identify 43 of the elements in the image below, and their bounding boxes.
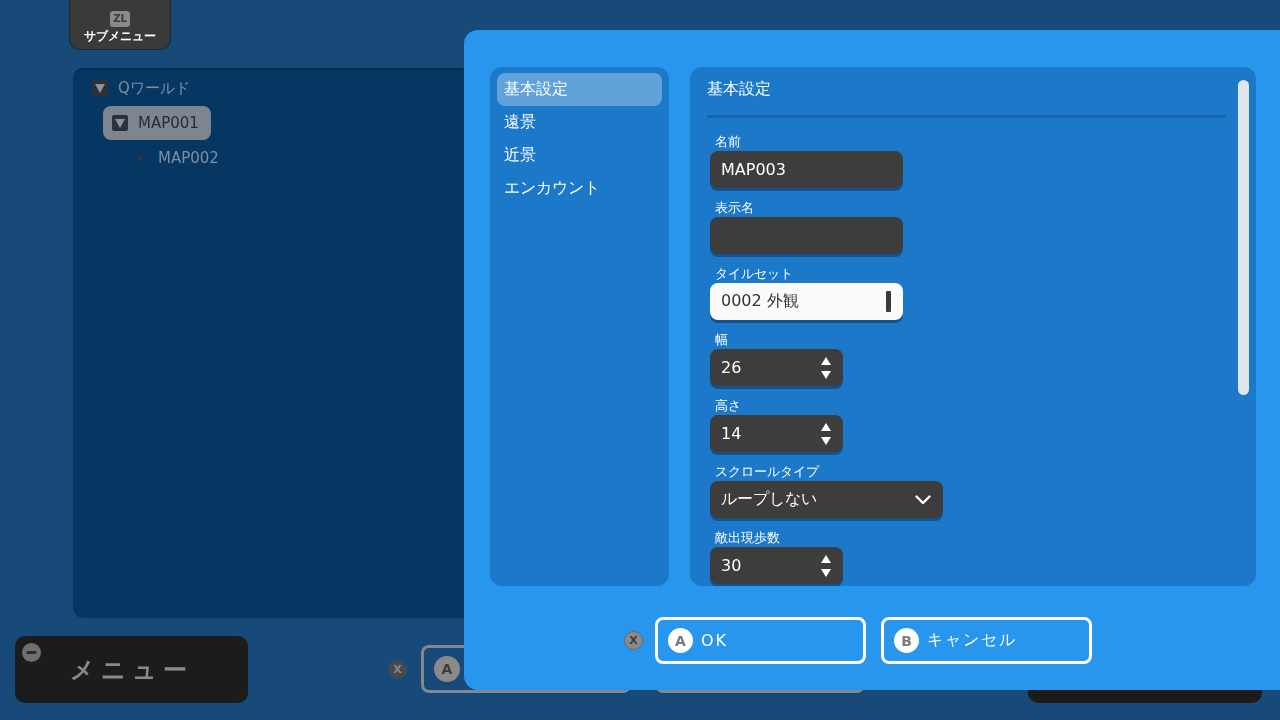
submenu-button[interactable]: ZL サブメニュー: [69, 0, 171, 50]
field-label: 敵出現歩数: [714, 530, 780, 546]
text-cursor-icon: [886, 291, 891, 312]
caret-down-icon[interactable]: [112, 115, 128, 131]
tree-item[interactable]: MAP001: [103, 106, 211, 140]
number-field[interactable]: 26: [710, 349, 843, 386]
shortcut-key: A: [434, 656, 460, 682]
bullet-icon: [137, 155, 143, 161]
tree-item[interactable]: Qワールド: [83, 71, 202, 105]
nav-item[interactable]: 近景: [497, 139, 662, 172]
up-down-arrows-icon[interactable]: [821, 356, 831, 379]
shortcut-key: X: [624, 631, 643, 650]
number-field[interactable]: 30: [710, 547, 843, 584]
number-field[interactable]: 14: [710, 415, 843, 452]
dialog-button[interactable]: A OK: [655, 617, 866, 664]
dialog-button[interactable]: B キャンセル: [881, 617, 1092, 664]
text-field[interactable]: [710, 217, 903, 254]
shortcut-key: ZL: [110, 10, 130, 27]
field-label: スクロールタイプ: [714, 464, 819, 480]
nav-item[interactable]: 遠景: [497, 106, 662, 139]
tree-item[interactable]: MAP002: [123, 141, 231, 175]
nav-item[interactable]: 基本設定: [497, 73, 662, 106]
up-down-arrows-icon[interactable]: [821, 422, 831, 445]
text-field[interactable]: 0002 外観: [710, 283, 903, 320]
dropdown[interactable]: ループしない: [710, 481, 943, 518]
scrollbar[interactable]: [1238, 80, 1249, 395]
field-label: 幅: [714, 332, 728, 348]
caret-down-icon[interactable]: [92, 80, 108, 96]
shortcut-key: A: [668, 628, 693, 653]
field-label: タイルセット: [714, 266, 793, 282]
button-label: サブメニュー: [84, 28, 156, 44]
minus-icon: [22, 643, 41, 662]
shortcut-key: B: [894, 628, 919, 653]
text-field[interactable]: MAP003: [710, 151, 903, 188]
up-down-arrows-icon[interactable]: [821, 554, 831, 577]
field-label: 高さ: [714, 398, 741, 414]
chevron-down-icon[interactable]: [915, 494, 931, 505]
menu-button[interactable]: メニュー: [15, 636, 248, 703]
shortcut-key: X: [388, 660, 407, 679]
field-label: 表示名: [714, 200, 754, 216]
section-title: 基本設定: [707, 79, 772, 99]
nav-item[interactable]: エンカウント: [497, 172, 662, 205]
field-label: 名前: [714, 134, 741, 150]
